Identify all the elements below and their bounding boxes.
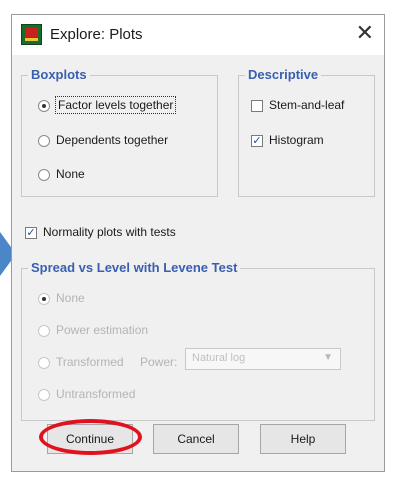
radio-selected-icon — [38, 292, 50, 305]
radio-icon — [38, 388, 50, 401]
checkbox-label: Normality plots with tests — [43, 225, 176, 239]
chevron-down-icon: ▼ — [323, 352, 333, 363]
radio-icon — [38, 168, 50, 181]
radio-transformed[interactable]: Transformed — [38, 355, 124, 369]
boxplots-legend: Boxplots — [28, 67, 90, 82]
radio-power-estimation[interactable]: Power estimation — [38, 323, 148, 337]
descriptive-legend: Descriptive — [245, 67, 322, 82]
radio-factor-levels-together[interactable]: Factor levels together — [38, 96, 177, 114]
radio-boxplot-none[interactable]: None — [38, 167, 85, 181]
checkbox-histogram[interactable]: ✓ Histogram — [251, 133, 324, 147]
title-bar: Explore: Plots ✕ — [12, 15, 384, 55]
power-select-value: Natural log — [192, 352, 246, 364]
checkbox-stem-and-leaf[interactable]: Stem-and-leaf — [251, 98, 344, 112]
checkbox-label: Stem-and-leaf — [269, 98, 345, 112]
radio-label: None — [56, 291, 85, 305]
checkmark-icon: ✓ — [25, 226, 37, 239]
radio-label: Power estimation — [56, 323, 149, 337]
continue-highlight-circle — [39, 419, 142, 455]
radio-icon — [38, 356, 50, 369]
power-select[interactable]: Natural log ▼ — [185, 348, 341, 370]
radio-dependents-together[interactable]: Dependents together — [38, 133, 168, 147]
spss-app-icon — [21, 24, 42, 45]
radio-label: Transformed — [56, 355, 124, 369]
power-label: Power: — [140, 355, 178, 369]
radio-icon — [38, 134, 50, 147]
checkmark-icon: ✓ — [251, 134, 263, 147]
dialog-title: Explore: Plots — [50, 26, 143, 43]
radio-label: None — [56, 167, 85, 181]
radio-label: Factor levels together — [54, 96, 177, 114]
spread-vs-level-group: Spread vs Level with Levene Test None Po… — [21, 260, 375, 421]
explore-plots-dialog: Explore: Plots ✕ Boxplots Factor levels … — [11, 14, 385, 472]
cancel-button[interactable]: Cancel — [153, 424, 239, 454]
descriptive-group: Descriptive Stem-and-leaf ✓ Histogram — [238, 67, 375, 197]
spread-legend: Spread vs Level with Levene Test — [28, 260, 241, 275]
checkbox-normality-plots[interactable]: ✓ Normality plots with tests — [25, 225, 176, 239]
checkbox-icon — [251, 99, 263, 112]
radio-selected-icon — [38, 99, 50, 112]
radio-label: Dependents together — [56, 133, 169, 147]
radio-untransformed[interactable]: Untransformed — [38, 387, 135, 401]
radio-icon — [38, 324, 50, 337]
radio-label: Untransformed — [56, 387, 136, 401]
boxplots-group: Boxplots Factor levels together Dependen… — [21, 67, 218, 197]
help-button[interactable]: Help — [260, 424, 346, 454]
close-icon[interactable]: ✕ — [356, 21, 374, 45]
radio-spread-none[interactable]: None — [38, 291, 85, 305]
checkbox-label: Histogram — [269, 133, 324, 147]
